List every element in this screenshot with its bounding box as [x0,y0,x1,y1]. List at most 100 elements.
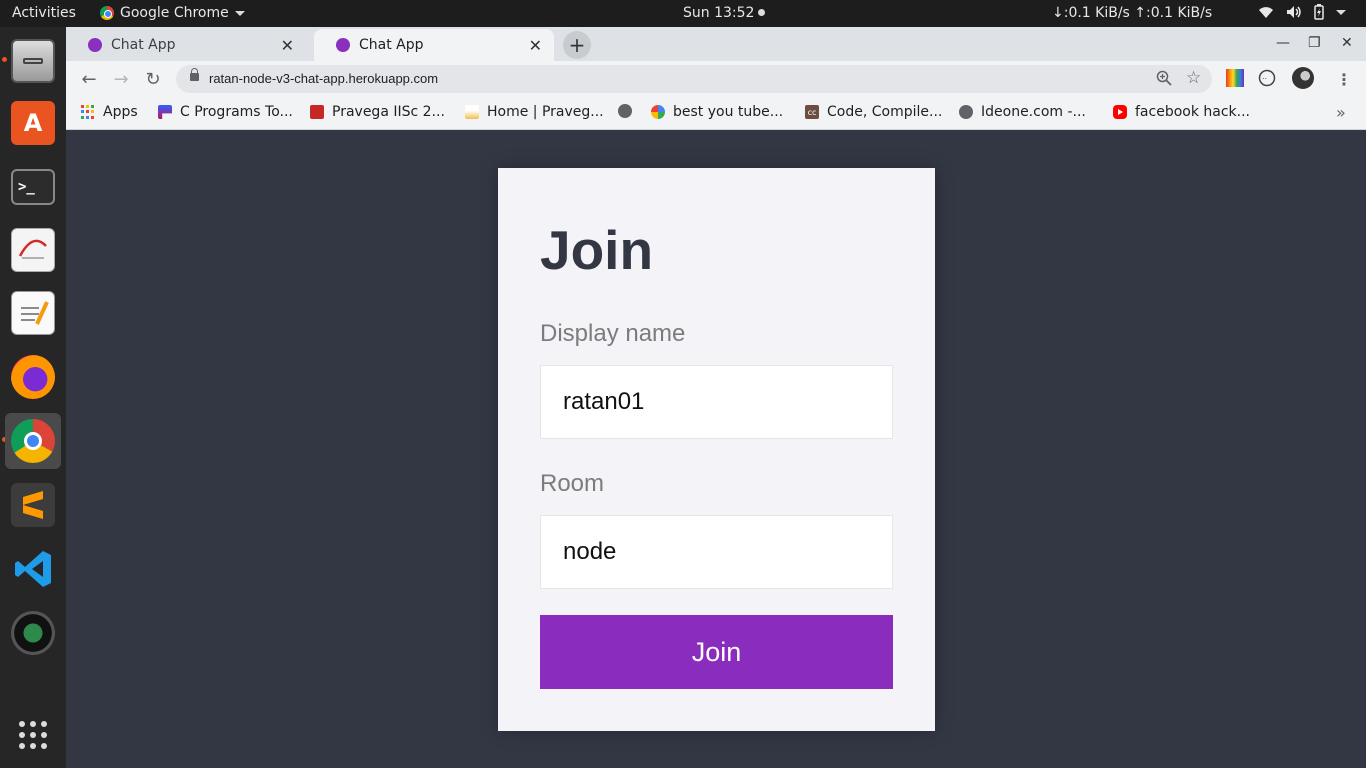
page-title: Join [540,219,654,281]
wifi-icon [1259,7,1273,18]
bookmark-home-pravega[interactable]: Home | Praveg... [465,104,604,120]
display-name-input[interactable] [540,365,893,439]
bookmark-label: Pravega IISc 2... [332,104,445,120]
google-icon [651,105,665,119]
back-arrow-icon[interactable]: ← [77,67,101,91]
activities-button[interactable]: Activities [12,5,76,21]
join-button[interactable]: Join [540,615,893,689]
display-name-label: Display name [540,320,686,347]
dock-chrome[interactable] [5,413,61,469]
favicon-icon [88,38,102,52]
sublime-text-icon [11,483,55,527]
app-menu[interactable]: Google Chrome [100,5,245,21]
tab-chat-app-1[interactable]: Chat App ✕ [66,29,306,61]
bookmark-label: Apps [103,104,138,120]
dock-terminal[interactable]: >_ [5,159,61,215]
tab-title: Chat App [359,37,424,53]
address-bar[interactable]: ratan-node-v3-chat-app.herokuapp.com ☆ [176,65,1212,93]
bookmark-apps[interactable]: Apps [81,104,138,120]
show-applications-button[interactable] [5,707,61,763]
shopping-bag-icon: A [11,101,55,145]
extension-icon[interactable]: ·· [1258,69,1276,87]
notepad-pencil-icon [11,291,55,335]
bookmark-c-programs[interactable]: C Programs To... [158,104,293,120]
more-menu-icon[interactable]: ⋮ [1332,67,1356,91]
system-menu-chevron-icon [1336,9,1346,15]
browser-toolbar: ← → ↻ ratan-node-v3-chat-app.herokuapp.c… [66,61,1366,97]
bookmark-pravega-iisc[interactable]: Pravega IISc 2... [310,104,445,120]
avatar[interactable] [1292,67,1314,89]
tab-chat-app-2[interactable]: Chat App ✕ [314,29,554,61]
bookmark-label: C Programs To... [180,104,293,120]
dock-document-viewer[interactable] [5,222,61,278]
file-cabinet-icon [11,39,55,83]
restore-button[interactable]: ❐ [1308,35,1321,51]
tab-strip: Chat App ✕ Chat App ✕ + — ❐ ✕ [66,27,1366,61]
chevron-down-icon [234,10,245,16]
vscode-icon [11,547,55,591]
clock-text: Sun 13:52 [683,5,755,21]
svg-text:··: ·· [1262,75,1267,84]
bookmark-label: Code, Compile... [827,104,943,120]
cc-icon: cc [805,105,819,119]
dock-files[interactable] [5,33,61,89]
bookmarks-bar: Apps C Programs To... Pravega IISc 2... … [66,97,1366,130]
reload-icon[interactable]: ↻ [141,67,165,91]
volume-icon [1287,6,1301,18]
network-speed[interactable]: ↓:0.1 KiB/s ↑:0.1 KiB/s [1052,5,1212,21]
dock-firefox[interactable] [5,349,61,405]
room-label: Room [540,470,605,497]
bookmark-label: Home | Praveg... [487,104,604,120]
zoom-icon[interactable] [1156,70,1172,86]
dock-sublime-text[interactable] [5,477,61,533]
battery-icon [1314,4,1324,20]
dock-camera[interactable] [5,605,61,661]
page-viewport: Join Display name Room Join [66,131,1366,768]
app-menu-label: Google Chrome [120,5,229,21]
p-logo-icon [158,105,172,119]
clock[interactable]: Sun 13:52 [683,5,766,21]
bookmarks-overflow-icon[interactable]: » [1336,103,1346,122]
notification-dot-icon [758,9,766,16]
pravega-torch-icon [465,105,479,119]
forward-arrow-icon[interactable]: → [109,67,133,91]
system-top-bar: Activities Google Chrome Sun 13:52 ↓:0.1… [0,0,1366,27]
globe-icon [959,105,973,119]
bookmark-label: best you tube... [673,104,784,120]
chrome-icon [100,6,114,20]
new-tab-button[interactable]: + [563,31,591,59]
terminal-icon: >_ [11,169,55,205]
dock-vscode[interactable] [5,541,61,597]
pravega-icon [310,105,324,119]
minimize-button[interactable]: — [1276,35,1290,51]
plus-icon: + [568,33,586,57]
room-input[interactable] [540,515,893,589]
close-icon[interactable]: ✕ [529,36,542,55]
youtube-icon [1113,105,1127,119]
dock: A >_ [0,27,66,768]
chrome-icon [11,419,55,463]
bookmark-ideone[interactable]: Ideone.com -... [959,104,1086,120]
camera-lens-icon [11,611,55,655]
bookmark-label: facebook hack... [1135,104,1251,120]
bookmark-facebook-hack[interactable]: facebook hack... [1113,104,1250,120]
firefox-icon [11,355,55,399]
color-extension-icon[interactable] [1226,69,1244,87]
url-text: ratan-node-v3-chat-app.herokuapp.com [209,71,439,86]
apps-grid-icon [81,105,95,119]
lock-icon [190,68,199,81]
system-tray[interactable] [1258,4,1346,20]
window-close-button[interactable]: ✕ [1341,35,1353,51]
bookmark-label: Ideone.com -... [981,104,1086,120]
bookmark-star-icon[interactable]: ☆ [1186,68,1201,88]
tab-title: Chat App [111,37,176,53]
bookmark-best-youtube[interactable]: best you tube... [651,104,783,120]
dock-software-center[interactable]: A [5,95,61,151]
favicon-icon [336,38,350,52]
join-card: Join Display name Room Join [498,168,935,731]
globe-icon [618,104,632,118]
close-icon[interactable]: ✕ [281,36,294,55]
dock-text-editor[interactable] [5,285,61,341]
bookmark-code-compile[interactable]: cc Code, Compile... [805,104,942,120]
bookmark-globe[interactable] [618,104,632,118]
